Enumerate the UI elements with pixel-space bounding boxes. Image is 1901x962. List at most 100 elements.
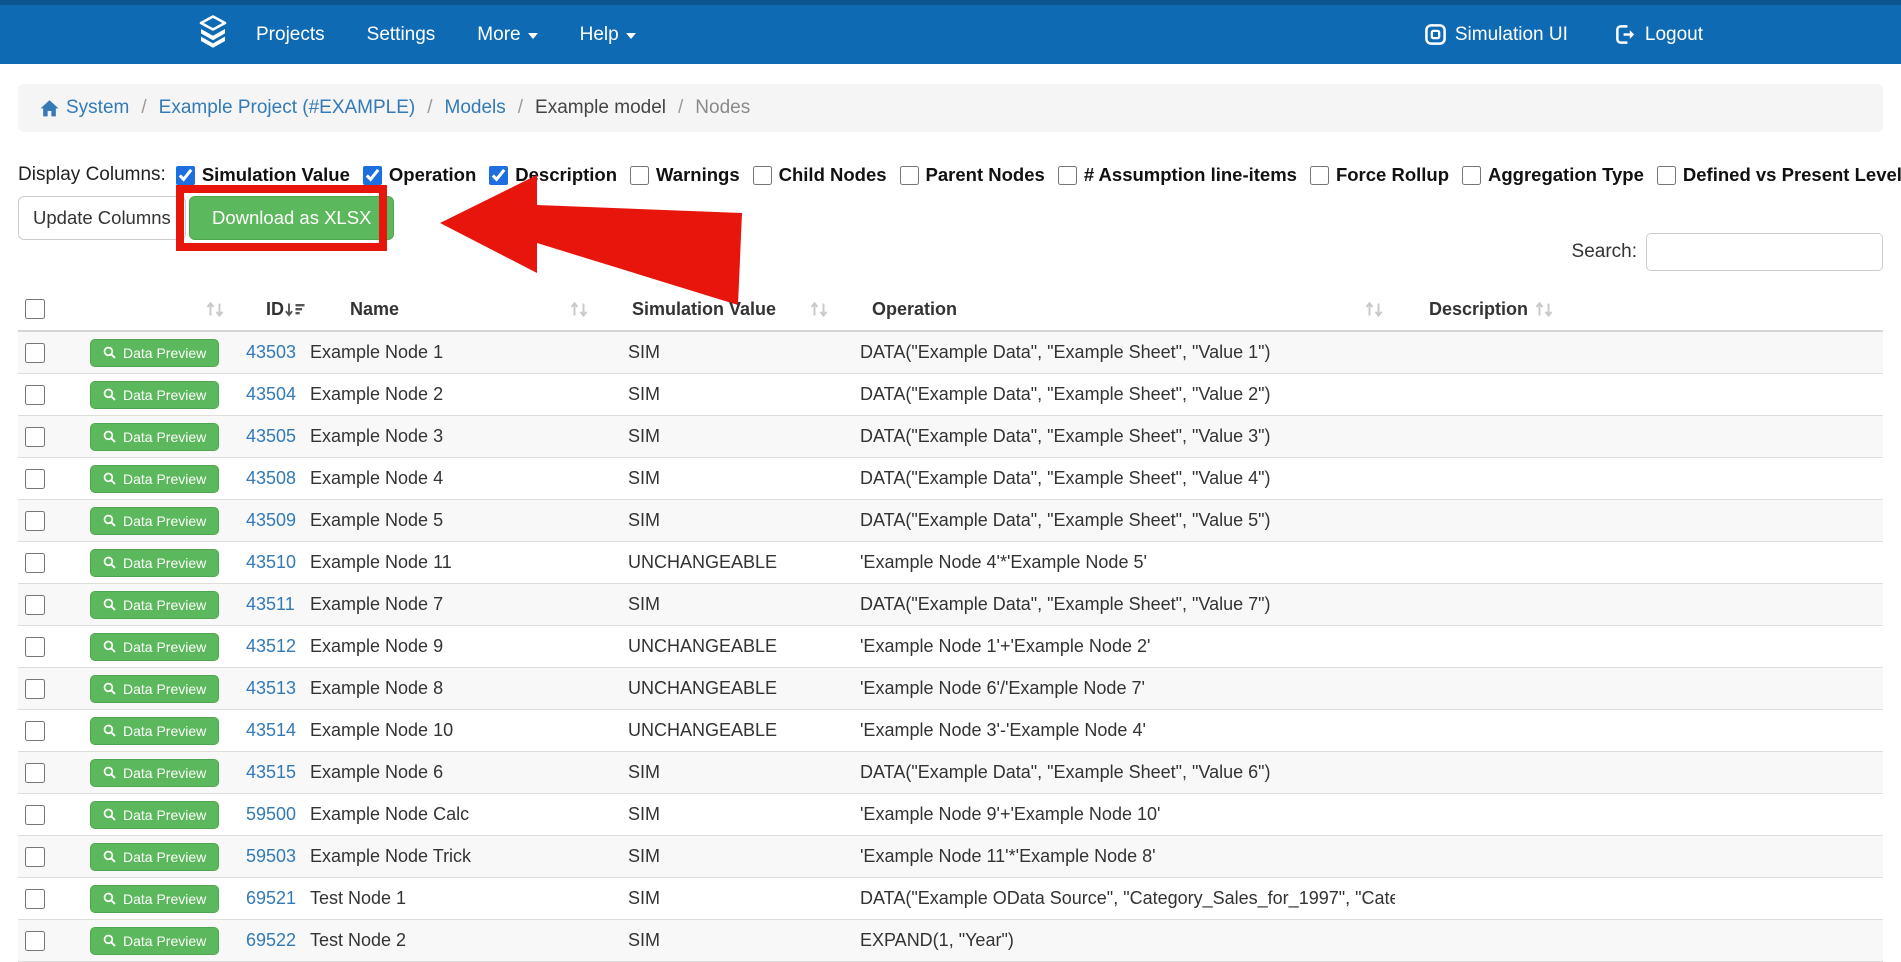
brand-logo[interactable]: [198, 15, 228, 54]
data-preview-button[interactable]: Data Preview: [90, 885, 219, 913]
data-preview-button[interactable]: Data Preview: [90, 759, 219, 787]
search-input[interactable]: [1646, 233, 1883, 271]
download-xlsx-button[interactable]: Download as XLSX: [189, 196, 394, 240]
row-checkbox[interactable]: [25, 889, 45, 909]
data-preview-button[interactable]: Data Preview: [90, 381, 219, 409]
node-id-link[interactable]: 43508: [246, 468, 296, 489]
breadcrumb-item-example-project-example-[interactable]: Example Project (#EXAMPLE): [159, 97, 416, 119]
node-id-link[interactable]: 43510: [246, 552, 296, 573]
node-id-link[interactable]: 43514: [246, 720, 296, 741]
node-id-link[interactable]: 43511: [246, 594, 295, 615]
node-id-link[interactable]: 59503: [246, 846, 296, 867]
column-toggle-checkbox[interactable]: [630, 166, 649, 185]
column-header-id[interactable]: ID: [246, 288, 310, 330]
row-checkbox[interactable]: [25, 385, 45, 405]
column-toggle-operation[interactable]: Operation: [363, 160, 476, 190]
data-preview-button[interactable]: Data Preview: [90, 843, 219, 871]
column-toggle-checkbox[interactable]: [753, 166, 772, 185]
column-toggle-child-nodes[interactable]: Child Nodes: [753, 160, 887, 190]
row-checkbox[interactable]: [25, 763, 45, 783]
node-id-link[interactable]: 43505: [246, 426, 296, 447]
row-checkbox[interactable]: [25, 931, 45, 951]
row-checkbox[interactable]: [25, 721, 45, 741]
data-preview-button[interactable]: Data Preview: [90, 339, 219, 367]
nav-item-help[interactable]: Help: [580, 24, 636, 46]
update-columns-button[interactable]: Update Columns: [18, 196, 186, 240]
data-preview-button[interactable]: Data Preview: [90, 927, 219, 955]
nav-item-settings[interactable]: Settings: [367, 24, 436, 46]
row-preview-cell: Data Preview: [78, 500, 246, 541]
simulation-value: SIM: [600, 374, 840, 415]
column-toggle-checkbox[interactable]: [1657, 166, 1676, 185]
nav-item-projects[interactable]: Projects: [256, 24, 325, 46]
column-header-preview[interactable]: [78, 288, 246, 330]
operation-text: 'Example Node 1'+'Example Node 2': [860, 636, 1150, 657]
breadcrumb-separator: /: [518, 97, 523, 119]
column-toggle--assumption-line-items[interactable]: # Assumption line-items: [1058, 160, 1297, 190]
node-id-link[interactable]: 43509: [246, 510, 296, 531]
row-checkbox[interactable]: [25, 553, 45, 573]
node-id-link[interactable]: 43512: [246, 636, 296, 657]
column-toggle-checkbox[interactable]: [489, 166, 508, 185]
column-toggle-description[interactable]: Description: [489, 160, 617, 190]
data-preview-button[interactable]: Data Preview: [90, 675, 219, 703]
node-id-link[interactable]: 59500: [246, 804, 296, 825]
breadcrumb-item-system[interactable]: System: [40, 97, 129, 119]
breadcrumb-item-models[interactable]: Models: [445, 97, 506, 119]
column-toggle-checkbox[interactable]: [176, 166, 195, 185]
select-all-checkbox[interactable]: [25, 299, 45, 319]
row-checkbox[interactable]: [25, 637, 45, 657]
row-checkbox[interactable]: [25, 427, 45, 447]
data-preview-button[interactable]: Data Preview: [90, 507, 219, 535]
row-checkbox[interactable]: [25, 805, 45, 825]
data-preview-label: Data Preview: [123, 429, 206, 445]
row-checkbox[interactable]: [25, 847, 45, 867]
data-preview-button[interactable]: Data Preview: [90, 591, 219, 619]
node-id-link[interactable]: 43515: [246, 762, 296, 783]
column-toggle-warnings[interactable]: Warnings: [630, 160, 740, 190]
node-id-link[interactable]: 69521: [246, 888, 296, 909]
column-toggle-label: Warnings: [656, 160, 740, 190]
column-toggle-checkbox[interactable]: [900, 166, 919, 185]
column-toggle-defined-vs-present-levels[interactable]: Defined vs Present Levels: [1657, 160, 1901, 190]
row-checkbox[interactable]: [25, 469, 45, 489]
nav-item-simulation-ui[interactable]: Simulation UI: [1424, 23, 1568, 46]
data-preview-button[interactable]: Data Preview: [90, 465, 219, 493]
nav-item-more[interactable]: More: [477, 24, 537, 46]
table-row: Data Preview43508Example Node 4SIMDATA("…: [18, 458, 1883, 500]
column-toggle-aggregation-type[interactable]: Aggregation Type: [1462, 160, 1644, 190]
row-checkbox[interactable]: [25, 343, 45, 363]
sort-icon[interactable]: [205, 301, 226, 318]
node-id-link[interactable]: 69522: [246, 930, 296, 951]
nav-item-logout[interactable]: Logout: [1614, 23, 1703, 46]
column-toggle-checkbox[interactable]: [363, 166, 382, 185]
column-header-description[interactable]: Description: [1395, 288, 1565, 330]
data-preview-button[interactable]: Data Preview: [90, 717, 219, 745]
column-toggle-parent-nodes[interactable]: Parent Nodes: [900, 160, 1045, 190]
sort-active-icon[interactable]: [284, 301, 307, 318]
data-preview-button[interactable]: Data Preview: [90, 549, 219, 577]
data-preview-button[interactable]: Data Preview: [90, 633, 219, 661]
column-header-simulation_value[interactable]: Simulation Value: [600, 288, 840, 330]
column-toggle-checkbox[interactable]: [1462, 166, 1481, 185]
node-id-link[interactable]: 43504: [246, 384, 296, 405]
row-checkbox[interactable]: [25, 679, 45, 699]
data-preview-button[interactable]: Data Preview: [90, 801, 219, 829]
column-toggle-checkbox[interactable]: [1310, 166, 1329, 185]
data-preview-button[interactable]: Data Preview: [90, 423, 219, 451]
column-toggle-force-rollup[interactable]: Force Rollup: [1310, 160, 1449, 190]
sort-icon[interactable]: [1534, 301, 1555, 318]
layers-icon: [198, 15, 228, 54]
column-header-operation[interactable]: Operation: [840, 288, 1395, 330]
column-header-name[interactable]: Name: [310, 288, 600, 330]
node-id-link[interactable]: 43513: [246, 678, 296, 699]
sort-icon[interactable]: [809, 301, 830, 318]
column-toggle-simulation-value[interactable]: Simulation Value: [176, 160, 350, 190]
node-id-link[interactable]: 43503: [246, 342, 296, 363]
row-checkbox[interactable]: [25, 511, 45, 531]
sort-icon[interactable]: [569, 301, 590, 318]
row-checkbox[interactable]: [25, 595, 45, 615]
column-toggle-checkbox[interactable]: [1058, 166, 1077, 185]
operation: 'Example Node 9'+'Example Node 10': [840, 794, 1395, 835]
sort-icon[interactable]: [1364, 301, 1385, 318]
